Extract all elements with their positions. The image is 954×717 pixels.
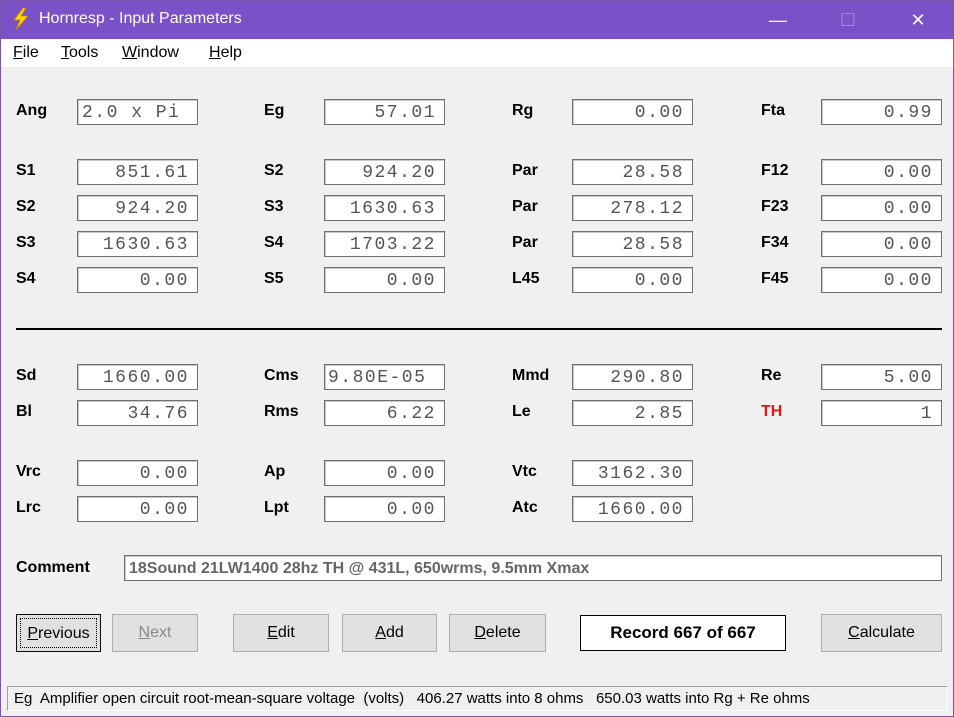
- comment-label: Comment: [16, 559, 90, 576]
- f23-field[interactable]: 0.00: [821, 195, 942, 221]
- lightning-bolt-icon: [13, 7, 29, 31]
- s3-label: S3: [16, 234, 36, 251]
- sd-label: Sd: [16, 367, 37, 384]
- delete-button[interactable]: Delete: [449, 614, 546, 652]
- menu-bar: File Tools Window Help: [1, 39, 953, 67]
- f23-label: F23: [761, 198, 789, 215]
- menu-tools[interactable]: Tools: [61, 44, 98, 62]
- s4-field[interactable]: 1703.22: [324, 231, 445, 257]
- sd-field[interactable]: 1660.00: [77, 364, 198, 390]
- th-label: TH: [761, 403, 783, 420]
- ap-field[interactable]: 0.00: [324, 460, 445, 486]
- s5-label: S5: [264, 270, 284, 287]
- th-field[interactable]: 1: [821, 400, 942, 426]
- s1-label: S1: [16, 162, 36, 179]
- s3-field[interactable]: 1630.63: [324, 195, 445, 221]
- f45-label: F45: [761, 270, 789, 287]
- bl-field[interactable]: 34.76: [77, 400, 198, 426]
- s4-label: S4: [16, 270, 36, 287]
- lrc-field[interactable]: 0.00: [77, 496, 198, 522]
- minimize-button[interactable]: —: [743, 1, 813, 39]
- vtc-field[interactable]: 3162.30: [572, 460, 693, 486]
- s2-field[interactable]: 924.20: [77, 195, 198, 221]
- atc-label: Atc: [512, 499, 538, 516]
- cms-field[interactable]: 9.80E-05: [324, 364, 445, 390]
- rms-label: Rms: [264, 403, 299, 420]
- next-button[interactable]: Next: [112, 614, 198, 652]
- le-field[interactable]: 2.85: [572, 400, 693, 426]
- s3-field[interactable]: 1630.63: [77, 231, 198, 257]
- f12-field[interactable]: 0.00: [821, 159, 942, 185]
- s4-label: S4: [264, 234, 284, 251]
- f34-field[interactable]: 0.00: [821, 231, 942, 257]
- rg-label: Rg: [512, 102, 534, 119]
- lpt-field[interactable]: 0.00: [324, 496, 445, 522]
- f34-label: F34: [761, 234, 789, 251]
- menu-file[interactable]: File: [13, 44, 39, 62]
- fta-label: Fta: [761, 102, 785, 119]
- par-field[interactable]: 28.58: [572, 231, 693, 257]
- s1-field[interactable]: 851.61: [77, 159, 198, 185]
- main-window: Hornresp - Input Parameters — ☐ ✕ File T…: [0, 0, 954, 717]
- lrc-label: Lrc: [16, 499, 41, 516]
- vtc-label: Vtc: [512, 463, 537, 480]
- s2-label: S2: [16, 198, 36, 215]
- mmd-field[interactable]: 290.80: [572, 364, 693, 390]
- par-label: Par: [512, 162, 538, 179]
- ang-label: Ang: [16, 102, 48, 119]
- comment-field[interactable]: 18Sound 21LW1400 28hz TH @ 431L, 650wrms…: [124, 555, 942, 581]
- edit-button[interactable]: Edit: [233, 614, 329, 652]
- f12-label: F12: [761, 162, 789, 179]
- re-field[interactable]: 5.00: [821, 364, 942, 390]
- mmd-label: Mmd: [512, 367, 550, 384]
- menu-window[interactable]: Window: [122, 44, 179, 62]
- s2-label: S2: [264, 162, 284, 179]
- fta-field[interactable]: 0.99: [821, 99, 942, 125]
- par-label: Par: [512, 198, 538, 215]
- rms-field[interactable]: 6.22: [324, 400, 445, 426]
- menu-help[interactable]: Help: [209, 44, 242, 62]
- cms-label: Cms: [264, 367, 299, 384]
- vrc-label: Vrc: [16, 463, 41, 480]
- re-label: Re: [761, 367, 782, 384]
- bl-label: Bl: [16, 403, 32, 420]
- s2-field[interactable]: 924.20: [324, 159, 445, 185]
- par-field[interactable]: 278.12: [572, 195, 693, 221]
- window-title: Hornresp - Input Parameters: [39, 10, 242, 27]
- calculate-button[interactable]: Calculate: [821, 614, 942, 652]
- title-bar[interactable]: Hornresp - Input Parameters — ☐ ✕: [1, 1, 953, 39]
- eg-field[interactable]: 57.01: [324, 99, 445, 125]
- eg-label: Eg: [264, 102, 285, 119]
- atc-field[interactable]: 1660.00: [572, 496, 693, 522]
- par-label: Par: [512, 234, 538, 251]
- status-bar: Eg Amplifier open circuit root-mean-squa…: [7, 686, 948, 711]
- previous-button[interactable]: Previous: [16, 614, 101, 652]
- add-button[interactable]: Add: [342, 614, 437, 652]
- l45-field[interactable]: 0.00: [572, 267, 693, 293]
- vrc-field[interactable]: 0.00: [77, 460, 198, 486]
- maximize-button[interactable]: ☐: [813, 1, 883, 39]
- lpt-label: Lpt: [264, 499, 289, 516]
- f45-field[interactable]: 0.00: [821, 267, 942, 293]
- s3-label: S3: [264, 198, 284, 215]
- s5-field[interactable]: 0.00: [324, 267, 445, 293]
- record-indicator: Record 667 of 667: [580, 615, 786, 651]
- section-divider: [16, 328, 942, 330]
- l45-label: L45: [512, 270, 540, 287]
- le-label: Le: [512, 403, 531, 420]
- s4-field[interactable]: 0.00: [77, 267, 198, 293]
- rg-field[interactable]: 0.00: [572, 99, 693, 125]
- close-button[interactable]: ✕: [883, 1, 953, 39]
- ap-label: Ap: [264, 463, 286, 480]
- par-field[interactable]: 28.58: [572, 159, 693, 185]
- ang-field[interactable]: 2.0 x Pi: [77, 99, 198, 125]
